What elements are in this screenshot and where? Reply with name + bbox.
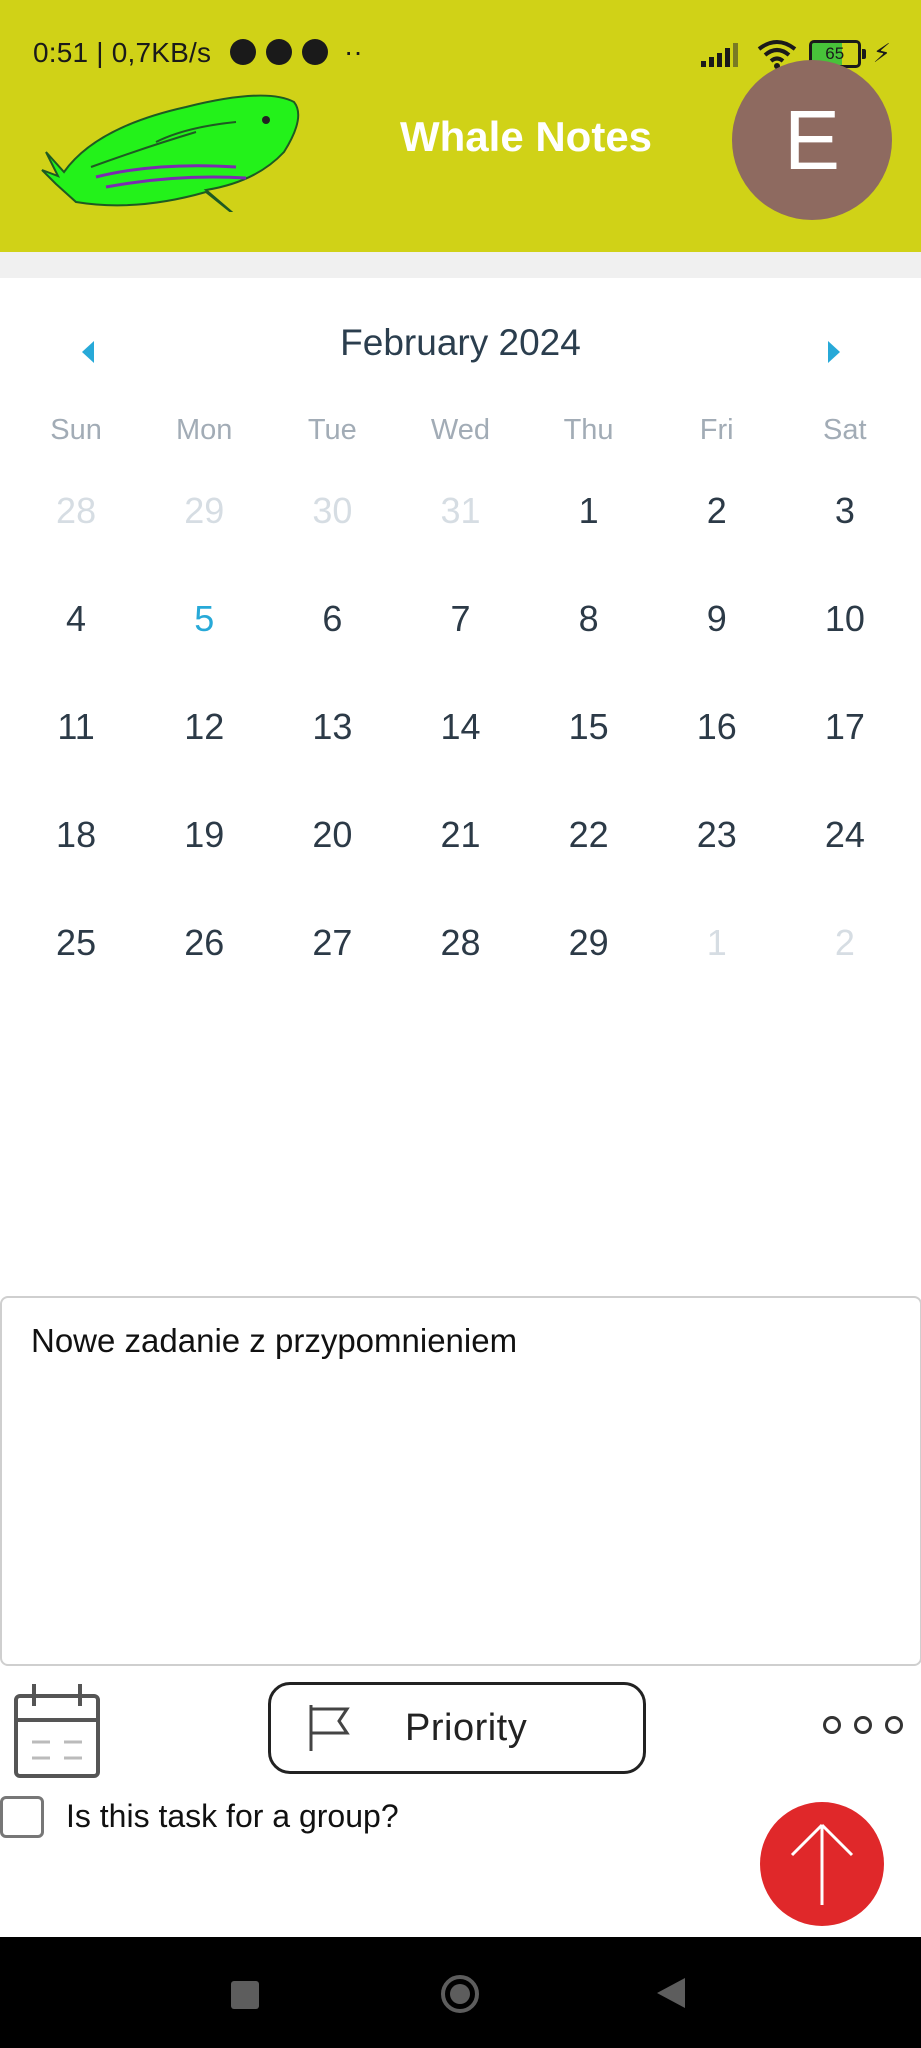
calendar-day[interactable]: 29 xyxy=(525,922,653,1030)
calendar-day[interactable]: 12 xyxy=(140,706,268,814)
messenger-icon xyxy=(266,39,292,65)
app-header: 0:51 | 0,7KB/s ·· 65 ⚡ Whale Notes E xyxy=(0,0,921,252)
calendar-icon[interactable] xyxy=(12,1680,102,1780)
calendar-day-outside-month[interactable]: 1 xyxy=(653,922,781,1030)
calendar-day[interactable]: 15 xyxy=(525,706,653,814)
calendar-day[interactable]: 20 xyxy=(268,814,396,922)
calendar-day-outside-month[interactable]: 31 xyxy=(396,490,524,598)
calendar-day[interactable]: 28 xyxy=(396,922,524,1030)
calendar-day[interactable]: 10 xyxy=(781,598,909,706)
calendar-day[interactable]: 7 xyxy=(396,598,524,706)
calendar-day[interactable]: 27 xyxy=(268,922,396,1030)
calendar-day[interactable]: 13 xyxy=(268,706,396,814)
calendar-day-outside-month[interactable]: 29 xyxy=(140,490,268,598)
calendar-day[interactable]: 24 xyxy=(781,814,909,922)
more-options-button[interactable] xyxy=(823,1716,903,1734)
back-button[interactable] xyxy=(655,1976,687,2010)
calendar-day-outside-month[interactable]: 2 xyxy=(781,922,909,1030)
more-horizontal-icon xyxy=(823,1716,841,1734)
calendar-day[interactable]: 26 xyxy=(140,922,268,1030)
group-task-label: Is this task for a group? xyxy=(66,1798,399,1834)
calendar-day[interactable]: 19 xyxy=(140,814,268,922)
calendar-day[interactable]: 18 xyxy=(12,814,140,922)
calendar-day[interactable]: 25 xyxy=(12,922,140,1030)
notification-icons: ·· xyxy=(230,36,363,67)
calendar-day[interactable]: 3 xyxy=(781,490,909,598)
calendar-day[interactable]: 8 xyxy=(525,598,653,706)
chevron-right-icon xyxy=(828,341,840,363)
calendar-day[interactable]: 4 xyxy=(12,598,140,706)
calendar-day[interactable]: 22 xyxy=(525,814,653,922)
flag-icon xyxy=(309,1705,350,1751)
status-time: 0:51 | 0,7KB/s xyxy=(33,37,212,68)
weekday-header: Sun Mon Tue Wed Thu Fri Sat xyxy=(12,414,909,447)
weekday-tue: Tue xyxy=(307,414,357,446)
calendar-day[interactable]: 9 xyxy=(653,598,781,706)
calendar-day[interactable]: 2 xyxy=(653,490,781,598)
task-text: Nowe zadanie z przypomnieniem xyxy=(31,1322,518,1359)
more-notifications-indicator: ·· xyxy=(344,36,363,67)
next-month-button[interactable] xyxy=(814,332,854,372)
weekday-fri: Fri xyxy=(699,414,734,446)
app-title: Whale Notes xyxy=(400,113,653,160)
calendar-day[interactable]: 21 xyxy=(396,814,524,922)
priority-label: Priority xyxy=(405,1706,528,1749)
user-avatar[interactable]: E xyxy=(732,60,892,220)
group-task-checkbox[interactable] xyxy=(0,1796,44,1838)
priority-button[interactable]: Priority xyxy=(268,1682,646,1774)
calendar-day[interactable]: 6 xyxy=(268,598,396,706)
weekday-thu: Thu xyxy=(563,414,614,446)
calendar-day[interactable]: 17 xyxy=(781,706,909,814)
calendar-day[interactable]: 16 xyxy=(653,706,781,814)
arrow-up-icon xyxy=(790,1823,854,1905)
header-divider xyxy=(0,252,921,278)
calendar-day[interactable]: 23 xyxy=(653,814,781,922)
calendar-month-label: February 2024 xyxy=(340,322,581,363)
weekday-sat: Sat xyxy=(823,414,867,446)
calendar-day[interactable]: 11 xyxy=(12,706,140,814)
app-root: 0:51 | 0,7KB/s ·· 65 ⚡ Whale Notes E Feb… xyxy=(0,0,921,2048)
app-notification-icon xyxy=(302,39,328,65)
weekday-wed: Wed xyxy=(430,414,490,446)
charging-icon: ⚡ xyxy=(872,38,891,68)
calendar-day[interactable]: 14 xyxy=(396,706,524,814)
calendar-day-outside-month[interactable]: 28 xyxy=(12,490,140,598)
weekday-sun: Sun xyxy=(50,414,102,446)
notification-icon xyxy=(230,39,256,65)
calendar-day[interactable]: 5 xyxy=(140,598,268,706)
weekday-mon: Mon xyxy=(175,414,233,446)
send-task-button[interactable] xyxy=(760,1802,884,1926)
whale-logo xyxy=(41,94,300,212)
recent-apps-button[interactable] xyxy=(231,1981,259,2009)
signal-icon xyxy=(700,42,738,67)
calendar-day-outside-month[interactable]: 30 xyxy=(268,490,396,598)
calendar-grid: 28 29 30 31 1 2 3 4 5 6 7 8 9 10 11 12 13 14 15 16 17 18 19 20 2… xyxy=(12,490,909,1030)
calendar-day[interactable]: 1 xyxy=(525,490,653,598)
home-button[interactable] xyxy=(440,1974,480,2014)
